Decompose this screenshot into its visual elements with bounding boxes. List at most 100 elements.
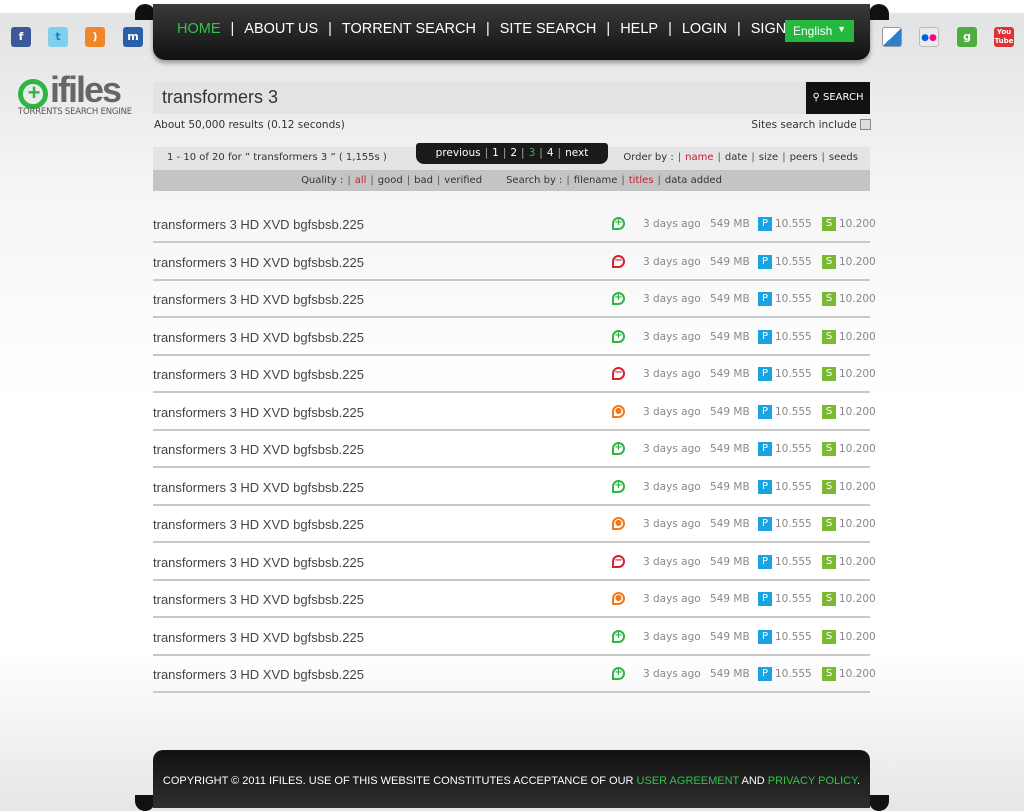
result-title-link[interactable]: transformers 3 HD XVD bgfsbsb.225 [153,217,364,232]
result-peers: 10.555 [775,443,812,455]
myspace-icon[interactable]: m [123,27,143,47]
result-peers: 10.555 [775,518,812,530]
result-age: 3 days ago [643,405,701,418]
searchby-option-data-added[interactable]: data added [665,175,722,186]
separator: | [502,147,507,159]
result-size: 549 MB [710,293,750,305]
result-row: transformers 3 HD XVD bgfsbsb.225 +3 days… [153,318,876,356]
rss-icon[interactable]: ) [85,27,105,47]
nav-help[interactable]: HELP [620,21,658,37]
result-title-link[interactable]: transformers 3 HD XVD bgfsbsb.225 [153,592,364,607]
result-peers: 10.555 [775,480,812,493]
quality-option-good[interactable]: good [378,175,403,186]
result-title-link[interactable]: transformers 3 HD XVD bgfsbsb.225 [153,255,364,270]
result-seeds: 10.200 [839,218,876,230]
peers-icon: P [758,554,772,569]
seeds-icon: S [822,292,836,306]
seeds-icon: S [822,479,836,494]
separator: | [566,175,570,186]
youtube-icon[interactable]: You Tube [994,27,1014,47]
pager-page[interactable]: 3 [529,147,536,159]
logo[interactable]: + ifiles TORRENTS SEARCH ENGINE [18,72,132,117]
status-unverified-icon: ● [612,404,625,418]
footer-end: . [857,775,861,787]
nav-separator: | [606,21,611,37]
search-input[interactable]: transformers 3 [153,82,806,114]
result-age: 3 days ago [643,555,701,568]
seeds-icon: S [822,217,836,231]
seeds-icon: S [822,404,836,419]
result-title-link[interactable]: transformers 3 HD XVD bgfsbsb.225 [153,405,364,420]
result-title-link[interactable]: transformers 3 HD XVD bgfsbsb.225 [153,292,364,307]
status-good-icon: + [612,292,625,305]
dropdown-arrow-icon: ▼ [837,24,846,34]
result-size: 549 MB [710,480,750,493]
result-title-link[interactable]: transformers 3 HD XVD bgfsbsb.225 [153,667,364,682]
footer: COPYRIGHT © 2011 IFILES. USE OF THIS WEB… [153,750,870,808]
result-seeds: 10.200 [839,368,876,380]
sites-include-checkbox[interactable] [860,119,871,130]
peers-icon: P [758,479,772,494]
result-title-link[interactable]: transformers 3 HD XVD bgfsbsb.225 [153,480,364,495]
result-seeds: 10.200 [839,630,876,643]
result-seeds: 10.200 [839,593,876,605]
order-option-peers[interactable]: peers [790,152,818,163]
searchby-option-filename[interactable]: filename [574,175,618,186]
result-row: transformers 3 HD XVD bgfsbsb.225 +3 days… [153,468,876,506]
pagination: previous | 1 | 2 | 3 | 4 | next [416,143,608,164]
status-good-icon: + [612,329,625,343]
user-agreement-link[interactable]: USER AGREEMENT [637,775,740,787]
order-option-name[interactable]: name [685,152,713,163]
nav-about-us[interactable]: ABOUT US [244,21,318,37]
result-title-link[interactable]: transformers 3 HD XVD bgfsbsb.225 [153,330,364,345]
nav-home[interactable]: HOME [177,21,221,37]
peers-icon: P [758,217,772,231]
result-title-link[interactable]: transformers 3 HD XVD bgfsbsb.225 [153,367,364,382]
facebook-icon[interactable]: f [11,27,31,47]
result-title-link[interactable]: transformers 3 HD XVD bgfsbsb.225 [153,517,364,532]
result-age: 3 days ago [643,593,701,605]
nav-torrent-search[interactable]: TORRENT SEARCH [342,21,476,37]
quality-option-all[interactable]: all [355,175,367,186]
nav-login[interactable]: LOGIN [682,21,727,37]
quality-option-verified[interactable]: verified [444,175,482,186]
separator: | [521,147,525,159]
nav-corner [869,4,889,20]
pager-next[interactable]: next [565,147,588,159]
searchby-option-titles[interactable]: titles [629,175,654,186]
twitter-icon[interactable]: t [48,27,68,47]
result-size: 549 MB [710,668,750,680]
pager-page[interactable]: 1 [492,147,499,159]
peers-icon: P [758,254,772,269]
searchby-label: Search by : [506,175,563,186]
quality-option-bad[interactable]: bad [414,175,433,186]
pager-page[interactable]: 4 [547,147,554,159]
nav-site-search[interactable]: SITE SEARCH [500,21,597,37]
privacy-policy-link[interactable]: PRIVACY POLICY [768,775,857,787]
search-button[interactable]: ⚲ SEARCH [806,82,870,114]
result-title-link[interactable]: transformers 3 HD XVD bgfsbsb.225 [153,555,364,570]
google-icon[interactable]: g [957,27,977,47]
separator: | [484,147,489,159]
result-size: 549 MB [710,368,750,380]
pager-page[interactable]: 2 [510,147,517,159]
result-peers: 10.555 [775,255,812,268]
status-good-icon: + [612,442,625,455]
delicious-icon[interactable] [882,27,902,47]
order-option-date[interactable]: date [725,152,748,163]
result-peers: 10.555 [775,330,812,343]
seeds-icon: S [822,254,836,269]
search-button-label: SEARCH [823,92,864,103]
result-age: 3 days ago [643,668,701,680]
logo-tagline: TORRENTS SEARCH ENGINE [18,107,132,117]
pager-previous[interactable]: previous [436,147,481,159]
flickr-icon[interactable]: ●● [919,27,939,47]
result-title-link[interactable]: transformers 3 HD XVD bgfsbsb.225 [153,630,364,645]
result-title-link[interactable]: transformers 3 HD XVD bgfsbsb.225 [153,442,364,457]
peers-icon: P [758,517,772,531]
language-select[interactable]: English ▼ [785,20,854,42]
result-seeds: 10.200 [839,668,876,680]
order-option-size[interactable]: size [759,152,778,163]
order-option-seeds[interactable]: seeds [829,152,858,163]
peers-icon: P [758,442,772,456]
